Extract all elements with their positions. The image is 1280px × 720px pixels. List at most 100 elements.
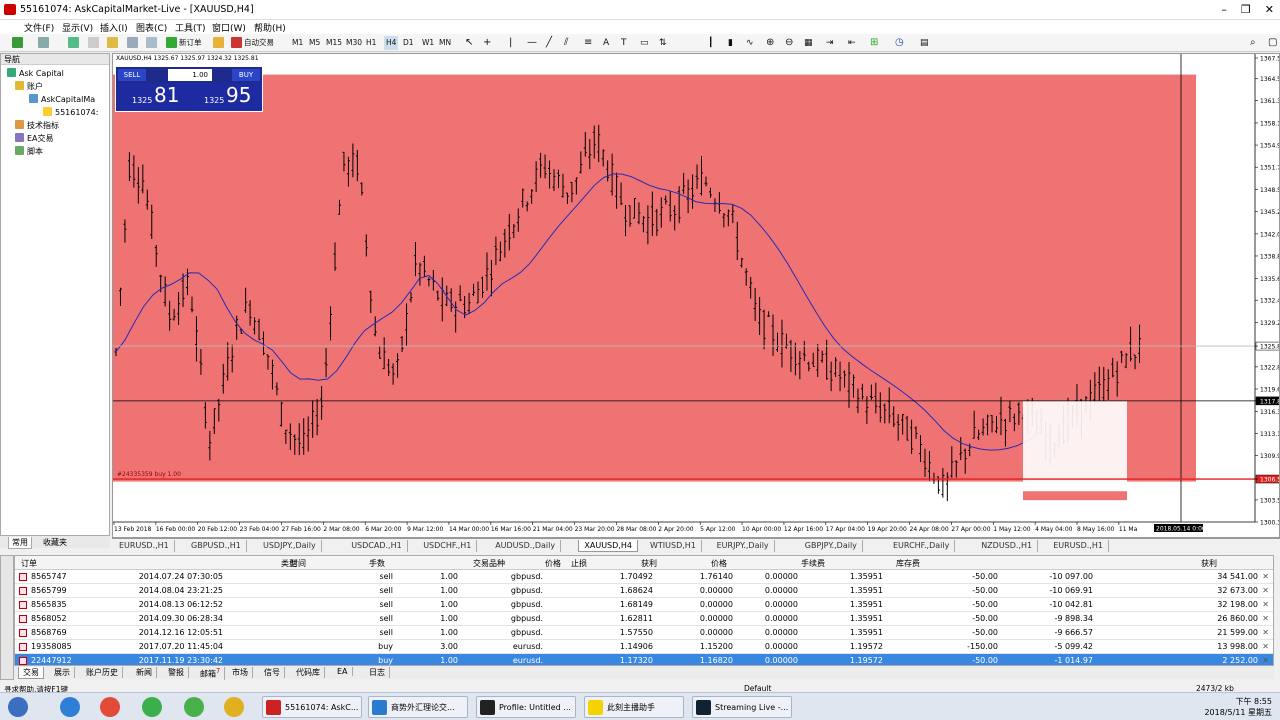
nav-indicators[interactable]: 技术指标 xyxy=(15,120,59,131)
terminal-tab[interactable]: EA xyxy=(333,667,353,676)
zoom-out-icon[interactable]: ⊖ xyxy=(785,36,793,50)
column-header[interactable]: 类型 xyxy=(281,558,297,569)
symbol-tab[interactable]: EURJPY.,Daily xyxy=(712,540,775,552)
navigator-icon[interactable] xyxy=(107,37,118,48)
close-order-icon[interactable]: ✕ xyxy=(1262,586,1269,595)
symbol-tab[interactable]: EURCHF.,Daily xyxy=(888,540,956,552)
terminal-tab[interactable]: 日志 xyxy=(365,667,390,678)
symbol-tab[interactable]: WTIUSD,H1 xyxy=(645,540,702,552)
menu-file[interactable]: 文件(F) xyxy=(24,21,54,34)
periods-icon[interactable]: ◷ xyxy=(895,36,904,50)
metaeditor-icon[interactable] xyxy=(213,37,224,48)
terminal-tab[interactable]: 邮箱7 xyxy=(196,667,226,680)
auto-trading-button[interactable]: 自动交易 xyxy=(244,36,274,50)
crosshair-icon[interactable] xyxy=(88,37,99,48)
order-row[interactable]: 19358085 2017.07.20 11:45:04 buy 3.00 eurusd… xyxy=(15,640,1273,654)
tf-m5[interactable]: M5 xyxy=(309,36,320,50)
close-order-icon[interactable]: ✕ xyxy=(1262,614,1269,623)
column-header[interactable]: 获利 xyxy=(1201,558,1217,569)
fibonacci-icon[interactable]: ≡ xyxy=(584,36,592,50)
channel-icon[interactable]: ⫽ xyxy=(564,36,568,50)
symbol-tab[interactable]: USDJPY.,Daily xyxy=(258,540,322,552)
column-header[interactable]: 手数 xyxy=(369,558,385,569)
nav-tab-favorites[interactable]: 收藏夹 xyxy=(40,537,70,548)
nav-scripts[interactable]: 脚本 xyxy=(15,146,43,157)
terminal-tab[interactable]: 交易 xyxy=(18,667,44,679)
symbol-tab[interactable]: GBPUSD.,H1 xyxy=(186,540,247,552)
terminal-tab[interactable]: 代码库 xyxy=(292,667,325,678)
zoom-in-icon[interactable]: ⊕ xyxy=(766,36,774,50)
terminal-tab[interactable]: 市场 xyxy=(228,667,253,678)
text-icon[interactable]: A xyxy=(603,36,609,50)
nav-root[interactable]: Ask Capital xyxy=(7,68,64,78)
symbol-tab[interactable]: GBPJPY.,Daily xyxy=(800,540,863,552)
restore-button[interactable]: ❐ xyxy=(1241,3,1251,16)
price-chart[interactable]: #24335359 buy 1.00 1367.50 1364.50 1361.35 1… xyxy=(112,53,1280,538)
lot-input[interactable]: 1.00 xyxy=(168,69,212,81)
label-icon[interactable]: T xyxy=(621,36,627,50)
tf-h1[interactable]: H1 xyxy=(366,36,376,50)
cursor-icon[interactable]: ↖ xyxy=(465,36,473,50)
symbol-tab[interactable]: AUDUSD.,Daily xyxy=(490,540,562,552)
column-header[interactable]: 订单 xyxy=(21,558,37,569)
symbol-tab[interactable]: USDCAD.,H1 xyxy=(346,540,408,552)
tile-windows-icon[interactable]: ▦ xyxy=(804,36,813,50)
symbol-tab[interactable]: NZDUSD.,H1 xyxy=(976,540,1039,552)
terminal-tab[interactable]: 账户历史 xyxy=(82,667,123,678)
task-mt4[interactable]: 55161074: AskC... xyxy=(262,696,362,718)
tf-m15[interactable]: M15 xyxy=(326,36,342,50)
profiles-icon[interactable] xyxy=(38,37,49,48)
column-header[interactable]: 获利 xyxy=(641,558,657,569)
close-order-icon[interactable]: ✕ xyxy=(1262,572,1269,581)
taskbar-clock[interactable]: 下午 8:55 2018/5/11 星期五 xyxy=(1204,696,1272,718)
vertical-line-icon[interactable]: | xyxy=(509,36,512,50)
order-row[interactable]: 8565799 2014.08.04 23:21:25 sell 1.00 gbpusd… xyxy=(15,584,1273,598)
indicators-icon[interactable]: ⊞ xyxy=(870,36,878,50)
crosshair-tool-icon[interactable]: + xyxy=(483,36,491,50)
menu-tools[interactable]: 工具(T) xyxy=(175,21,206,34)
app-icon-4[interactable] xyxy=(184,697,204,717)
search-icon[interactable]: ⌕ xyxy=(1250,36,1256,50)
terminal-tab[interactable]: 警报 xyxy=(164,667,189,678)
market-watch-icon[interactable] xyxy=(68,37,79,48)
nav-server[interactable]: AskCapitalMa xyxy=(29,94,95,104)
templates-icon[interactable]: ▤ xyxy=(920,36,929,50)
column-header[interactable]: 手续费 xyxy=(801,558,825,569)
task-helper[interactable]: 此刻主播助手 xyxy=(584,696,684,718)
task-forex[interactable]: 商势外汇理论交... xyxy=(368,696,468,718)
new-order-button[interactable]: 新订单 xyxy=(179,36,202,50)
symbol-tab[interactable]: EURUSD.,H1 xyxy=(1048,540,1109,552)
column-header[interactable]: 价格 xyxy=(545,558,561,569)
app-icon-1[interactable] xyxy=(60,697,80,717)
column-header[interactable]: 价格 xyxy=(711,558,727,569)
chart-shift-icon[interactable]: ⇤ xyxy=(848,36,856,50)
task-streaming[interactable]: Streaming Live -... xyxy=(692,696,792,718)
ask-quote[interactable]: 1325 95 xyxy=(190,83,262,111)
app-icon-3[interactable] xyxy=(142,697,162,717)
sell-button[interactable]: SELL xyxy=(118,69,146,81)
terminal-tab[interactable]: 信号 xyxy=(260,667,285,678)
terminal-tab[interactable]: 展示 xyxy=(50,667,75,678)
tester-icon[interactable] xyxy=(146,37,157,48)
start-icon[interactable] xyxy=(8,697,28,717)
bid-quote[interactable]: 1325 81 xyxy=(118,83,190,111)
order-row[interactable]: 8568052 2014.09.30 06:28:34 sell 1.00 gbpusd… xyxy=(15,612,1273,626)
close-order-icon[interactable]: ✕ xyxy=(1262,656,1269,665)
close-order-icon[interactable]: ✕ xyxy=(1262,642,1269,651)
minimize-button[interactable]: – xyxy=(1221,3,1227,16)
tf-d1[interactable]: D1 xyxy=(403,36,414,50)
tf-m30[interactable]: M30 xyxy=(346,36,362,50)
bar-chart-icon[interactable]: ┃ xyxy=(708,36,713,50)
column-header[interactable]: 库存费 xyxy=(896,558,920,569)
app-icon-2[interactable] xyxy=(100,697,120,717)
column-header[interactable]: 止损 xyxy=(571,558,587,569)
tf-w1[interactable]: W1 xyxy=(422,36,434,50)
trendline-icon[interactable]: ╱ xyxy=(546,36,552,50)
task-obs[interactable]: Profile: Untitled ... xyxy=(476,696,576,718)
nav-tab-common[interactable]: 常用 xyxy=(8,537,32,549)
order-row[interactable]: 8565747 2014.07.24 07:30:05 sell 1.00 gbpusd… xyxy=(15,570,1273,584)
nav-accounts[interactable]: 账户 xyxy=(15,81,43,92)
arrow-icon[interactable]: ⇅ xyxy=(659,36,667,50)
menu-charts[interactable]: 图表(C) xyxy=(136,21,167,34)
buy-button[interactable]: BUY xyxy=(232,69,260,81)
